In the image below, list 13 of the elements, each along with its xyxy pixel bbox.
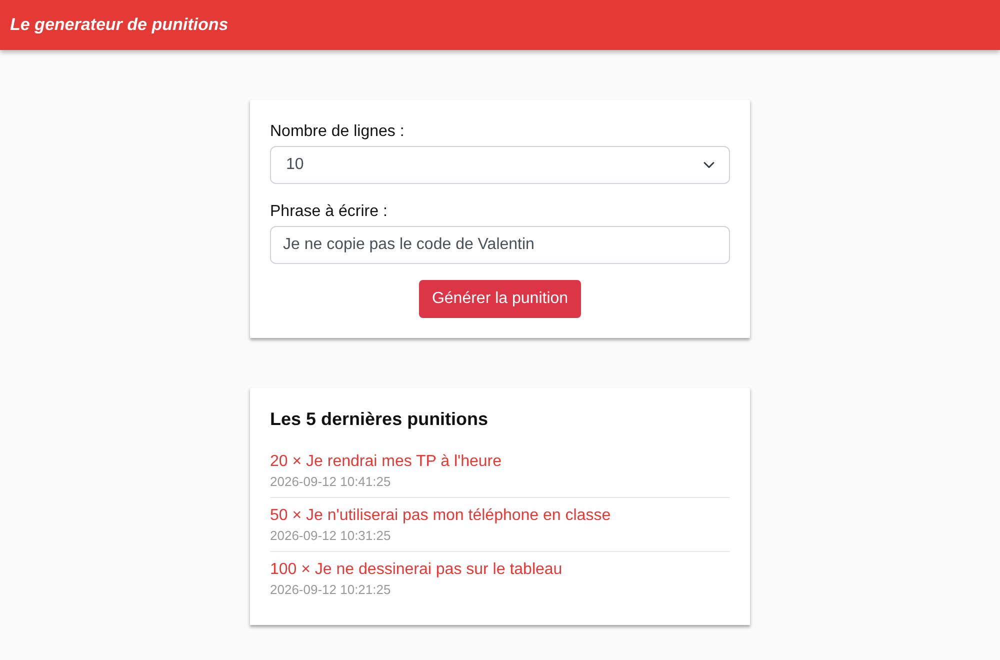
field-label: Phrase à écrire :: [270, 202, 388, 222]
punishment-date: 2026-09-12 10:21:25: [270, 582, 391, 597]
punishment-link[interactable]: 50 × Je n'utiliserai pas mon téléphone en classe: [270, 506, 611, 526]
punishment-link[interactable]: 20 × Je rendrai mes TP à l'heure: [270, 452, 502, 472]
lines-select[interactable]: 10: [270, 146, 730, 184]
punishment-date: 2026-09-12 10:41:25: [270, 474, 391, 489]
section-title: Les 5 dernières punitions: [270, 408, 488, 430]
field-label: Nombre de lignes :: [270, 122, 404, 142]
punishment-date: 2026-09-12 10:31:25: [270, 528, 391, 543]
generate-button[interactable]: Générer la punition: [418, 280, 582, 318]
phrase-input[interactable]: Je ne copie pas le code de Valentin: [270, 226, 730, 264]
punishment-link[interactable]: 100 × Je ne dessinerai pas sur le tableau: [270, 560, 562, 580]
brand-title[interactable]: Le generateur de punitions: [10, 14, 228, 36]
